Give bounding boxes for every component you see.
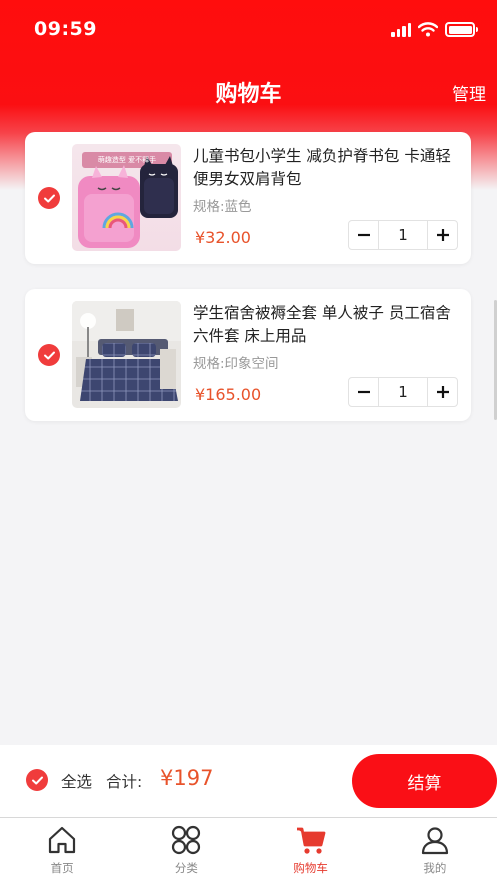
tab-label: 我的 xyxy=(423,861,447,875)
tab-home[interactable]: 首页 xyxy=(0,818,124,883)
checkmark-icon xyxy=(43,351,55,359)
page-title: 购物车 xyxy=(215,82,282,107)
tab-bar: 首页 分类 购物车 我的 xyxy=(0,817,497,883)
item-checkbox-checked[interactable] xyxy=(38,187,60,209)
increase-button[interactable] xyxy=(428,221,457,249)
home-icon xyxy=(49,826,76,854)
tab-label: 购物车 xyxy=(293,861,328,875)
product-title[interactable]: 学生宿舍被褥全套 单人被子 员工宿舍六件套 床上用品 xyxy=(193,302,455,348)
quantity-value[interactable]: 1 xyxy=(378,221,428,249)
cart-icon xyxy=(296,827,326,854)
product-title[interactable]: 儿童书包小学生 减负护脊书包 卡通轻便男女双肩背包 xyxy=(193,145,455,191)
product-spec: 规格:印象空间 xyxy=(193,356,279,372)
battery-icon xyxy=(445,22,478,37)
product-image-bedding[interactable] xyxy=(72,301,181,408)
increase-button[interactable] xyxy=(428,378,457,406)
status-icons xyxy=(391,22,478,37)
cellular-signal-icon xyxy=(391,22,411,37)
checkmark-icon xyxy=(43,194,55,202)
product-image-backpack[interactable]: 萌趣造型 爱不释手 xyxy=(72,144,181,251)
plus-icon xyxy=(436,386,449,398)
minus-icon xyxy=(357,233,370,237)
select-all-checkbox[interactable] xyxy=(26,769,48,791)
profile-icon xyxy=(421,827,448,855)
product-price: ¥32.00 xyxy=(195,228,251,247)
select-all-label[interactable]: 全选 xyxy=(61,770,92,792)
product-price: ¥165.00 xyxy=(195,385,262,404)
product-image-caption: 萌趣造型 爱不释手 xyxy=(97,156,157,164)
wifi-icon xyxy=(418,22,438,37)
tab-profile[interactable]: 我的 xyxy=(373,818,497,883)
status-bar: 09:59 xyxy=(0,0,497,60)
total-label: 合计: xyxy=(106,773,143,791)
total-amount: ¥197 xyxy=(160,766,214,790)
category-icon xyxy=(172,825,201,855)
status-time: 09:59 xyxy=(34,18,97,40)
item-checkbox-checked[interactable] xyxy=(38,344,60,366)
checkout-button[interactable]: 结算 xyxy=(352,754,497,808)
decrease-button[interactable] xyxy=(349,221,378,249)
decrease-button[interactable] xyxy=(349,378,378,406)
tab-cart[interactable]: 购物车 xyxy=(249,818,373,883)
cart-item-card: 萌趣造型 爱不释手 儿童书包小学生 减负护脊书包 卡通轻便男女双肩背包 规格:蓝… xyxy=(25,132,471,264)
cart-item-card: 学生宿舍被褥全套 单人被子 员工宿舍六件套 床上用品 规格:印象空间 ¥165.… xyxy=(25,289,471,421)
tab-label: 分类 xyxy=(174,861,198,875)
tab-label: 首页 xyxy=(50,861,74,875)
quantity-stepper: 1 xyxy=(348,220,458,250)
checkout-bar: 全选 合计: ¥197 结算 xyxy=(0,745,497,817)
plus-icon xyxy=(436,229,449,241)
quantity-stepper: 1 xyxy=(348,377,458,407)
tab-category[interactable]: 分类 xyxy=(124,818,248,883)
minus-icon xyxy=(357,390,370,394)
checkmark-icon xyxy=(31,776,43,784)
product-spec: 规格:蓝色 xyxy=(193,199,252,215)
quantity-value[interactable]: 1 xyxy=(378,378,428,406)
manage-button[interactable]: 管理 xyxy=(452,80,486,105)
